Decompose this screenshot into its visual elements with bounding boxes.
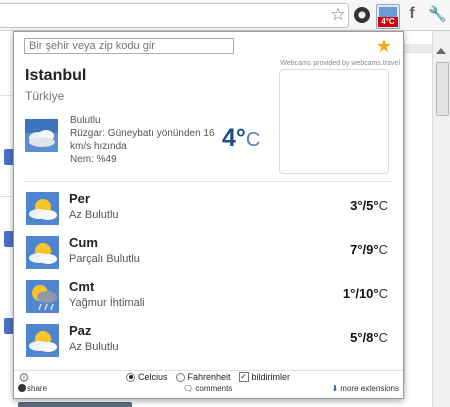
- bottom-tab[interactable]: [18, 402, 132, 407]
- chance-of-rain-icon: [26, 280, 59, 313]
- forecast-temperature: 7°/9°C: [350, 242, 388, 257]
- background-right-column: [404, 31, 432, 407]
- forecast-high: 9°: [366, 242, 379, 257]
- favorite-star-icon[interactable]: ★: [374, 36, 394, 56]
- forecast-row: Cmt Yağmur İhtimali 1°/10°C: [14, 279, 403, 319]
- current-temp-value: 4°: [222, 124, 246, 152]
- webcam-image[interactable]: [279, 69, 389, 174]
- city-search-input[interactable]: [24, 38, 234, 54]
- cloudy-icon: [25, 119, 58, 152]
- forecast-low: 5°: [350, 330, 363, 345]
- share-icon: [18, 384, 26, 392]
- share-label[interactable]: share: [27, 384, 47, 393]
- comments-link[interactable]: 🗨 comments: [183, 384, 232, 393]
- download-arrow-icon: ⬇: [331, 384, 339, 393]
- forecast-high: 10°: [358, 286, 379, 301]
- celsius-radio[interactable]: [126, 372, 135, 382]
- weather-popup: ★ Webcams provided by webcams.travel Ist…: [13, 31, 404, 399]
- forecast-unit: C: [378, 198, 388, 213]
- forecast-low: 1°: [342, 286, 356, 301]
- current-condition: Bulutlu: [70, 115, 101, 126]
- bookmark-star-icon[interactable]: ☆: [328, 5, 348, 25]
- facebook-icon[interactable]: f: [404, 4, 420, 24]
- more-extensions-link[interactable]: ⬇ more extensions: [332, 384, 399, 393]
- forecast-condition: Parçalı Bulutlu: [69, 253, 140, 265]
- comment-icon: 🗨: [183, 384, 196, 393]
- webcam-credit[interactable]: Webcams provided by webcams.travel: [269, 60, 400, 67]
- city-name: Istanbul: [25, 67, 87, 84]
- current-humidity: Nem: %49: [70, 154, 117, 165]
- country-name: Türkiye: [25, 89, 65, 103]
- address-bar[interactable]: [0, 3, 349, 28]
- partly-cloudy-icon: [26, 192, 59, 225]
- wrench-icon[interactable]: 🔧: [428, 5, 447, 25]
- forecast-unit: C: [378, 286, 388, 301]
- celsius-label[interactable]: Celcius: [138, 372, 168, 382]
- fahrenheit-radio[interactable]: [175, 372, 185, 382]
- forecast-condition: Az Bulutlu: [69, 209, 119, 221]
- current-wind: Rüzgar: Güneybatı yönünden 16 km/s hızın…: [70, 128, 215, 152]
- forecast-condition: Az Bulutlu: [69, 341, 119, 353]
- extension-icon[interactable]: [354, 7, 370, 23]
- divider: [24, 181, 392, 182]
- notifications-label[interactable]: bildirimler: [252, 372, 291, 382]
- divider: [14, 370, 403, 371]
- weather-sky-icon: [379, 7, 397, 17]
- gear-icon[interactable]: ⚙: [17, 371, 31, 385]
- forecast-temperature: 5°/8°C: [350, 330, 388, 345]
- more-extensions-label[interactable]: more extensions: [340, 384, 399, 393]
- forecast-condition: Yağmur İhtimali: [69, 297, 145, 309]
- weather-badge: 4°C: [378, 17, 398, 27]
- forecast-temperature: 3°/5°C: [350, 198, 388, 213]
- browser-toolbar: ☆ 4°C f 🔧: [0, 0, 450, 31]
- forecast-day: Cum: [69, 235, 98, 250]
- background-left-column: [0, 31, 14, 407]
- background-header-bar: [404, 44, 432, 53]
- forecast-low: 7°: [350, 242, 363, 257]
- forecast-day: Per: [69, 191, 90, 206]
- share-link[interactable]: share: [18, 384, 47, 393]
- unit-options: Celcius Fahrenheit ✓ bildirimler: [126, 372, 290, 382]
- fahrenheit-label[interactable]: Fahrenheit: [188, 372, 231, 382]
- forecast-high: 5°: [366, 198, 379, 213]
- partly-cloudy-icon: [26, 324, 59, 357]
- partly-cloudy-icon: [26, 236, 59, 269]
- weather-extension-icon[interactable]: 4°C: [376, 4, 400, 29]
- forecast-high: 8°: [366, 330, 379, 345]
- forecast-row: Paz Az Bulutlu 5°/8°C: [14, 323, 403, 363]
- divider: [0, 196, 12, 197]
- scroll-up-arrow-icon[interactable]: [436, 48, 446, 54]
- current-conditions: Bulutlu Rüzgar: Güneybatı yönünden 16 km…: [70, 114, 220, 166]
- forecast-temperature: 1°/10°C: [342, 286, 388, 301]
- current-temp-unit: C: [245, 129, 261, 151]
- forecast-row: Cum Parçalı Bulutlu 7°/9°C: [14, 235, 403, 275]
- divider: [404, 44, 405, 384]
- divider: [0, 95, 12, 96]
- forecast-row: Per Az Bulutlu 3°/5°C: [14, 191, 403, 231]
- forecast-low: 3°: [350, 198, 363, 213]
- scrollbar-thumb[interactable]: [436, 62, 449, 116]
- comments-label[interactable]: comments: [195, 384, 232, 393]
- forecast-unit: C: [378, 330, 388, 345]
- forecast-unit: C: [378, 242, 388, 257]
- forecast-day: Cmt: [69, 279, 95, 294]
- current-temperature: 4°C: [222, 124, 260, 153]
- notifications-checkbox[interactable]: ✓: [238, 372, 249, 382]
- forecast-day: Paz: [69, 323, 92, 338]
